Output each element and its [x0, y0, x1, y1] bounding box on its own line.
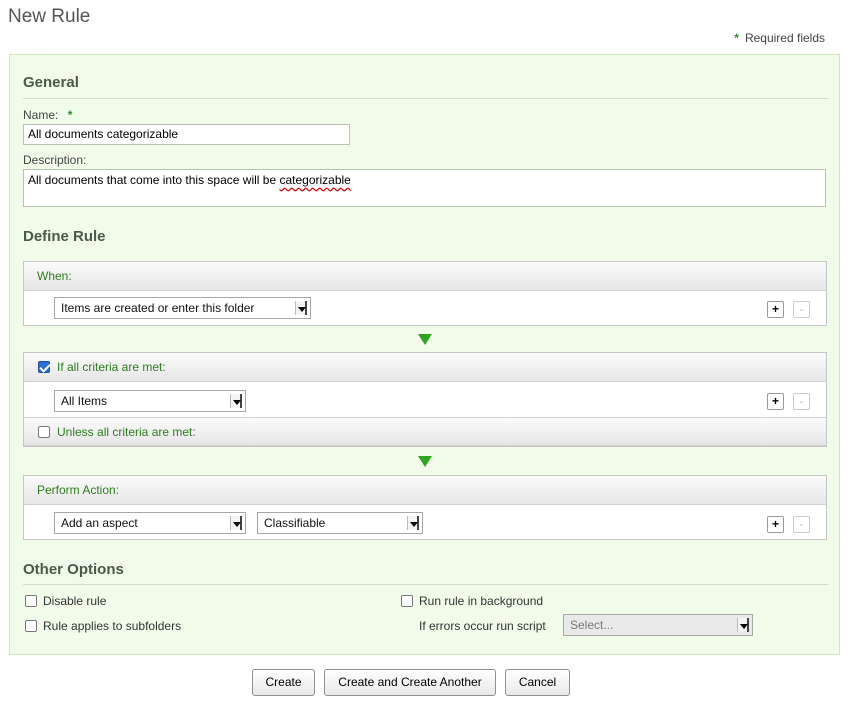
create-another-button[interactable]: Create and Create Another [324, 669, 496, 696]
unless-label: Unless all criteria are met: [57, 425, 196, 439]
criteria-header: If all criteria are met: [24, 353, 826, 382]
chevron-down-icon [737, 618, 749, 632]
when-select-value: Items are created or enter this folder [61, 301, 255, 315]
aspect-select[interactable]: Classifiable [257, 512, 423, 534]
general-divider [23, 98, 828, 99]
when-add-button[interactable]: + [767, 301, 784, 318]
background-checkbox[interactable] [401, 595, 413, 607]
other-options-divider [23, 584, 828, 585]
unless-header: Unless all criteria are met: [24, 417, 826, 446]
description-label: Description: [23, 153, 87, 167]
aspect-select-value: Classifiable [264, 516, 326, 530]
when-header: When: [24, 262, 826, 291]
chevron-down-icon [230, 394, 242, 408]
unless-checkbox[interactable] [38, 426, 50, 438]
criteria-box: If all criteria are met: All Items + - U… [23, 352, 827, 447]
error-script-select-value: Select... [570, 618, 614, 632]
description-textarea[interactable]: All documents that come into this space … [23, 169, 826, 207]
criteria-checkbox[interactable] [38, 361, 50, 373]
when-remove-button[interactable]: - [793, 301, 810, 318]
general-heading: General [23, 74, 79, 91]
disable-rule-label: Disable rule [43, 594, 107, 608]
when-select[interactable]: Items are created or enter this folder [54, 297, 311, 319]
action-add-button[interactable]: + [767, 516, 784, 533]
description-text: All documents that come into this space … [28, 173, 280, 187]
criteria-add-button[interactable]: + [767, 393, 784, 410]
required-fields-note: * Required fields [734, 31, 825, 45]
chevron-down-icon [230, 516, 242, 530]
error-script-select[interactable]: Select... [563, 614, 753, 636]
chevron-down-icon [295, 301, 307, 315]
when-box: When: Items are created or enter this fo… [23, 261, 827, 326]
required-star: * [734, 31, 739, 45]
flow-arrow-icon [418, 456, 432, 467]
name-label: Name: * [23, 108, 78, 122]
name-required-star: * [67, 108, 73, 122]
disable-rule-checkbox[interactable] [25, 595, 37, 607]
rule-form-panel: General Name: * All documents categoriza… [9, 54, 840, 655]
criteria-remove-button[interactable]: - [793, 393, 810, 410]
create-button[interactable]: Create [252, 669, 315, 696]
errors-script-label: If errors occur run script [419, 619, 546, 633]
name-label-text: Name: [23, 108, 59, 122]
required-fields-text: Required fields [744, 31, 825, 45]
action-select[interactable]: Add an aspect [54, 512, 246, 534]
name-input[interactable]: All documents categorizable [23, 124, 350, 145]
background-label: Run rule in background [419, 594, 544, 608]
subfolders-label: Rule applies to subfolders [43, 619, 182, 633]
page-title: New Rule [8, 6, 91, 27]
criteria-label: If all criteria are met: [57, 360, 166, 374]
action-box: Perform Action: Add an aspect Classifiab… [23, 475, 827, 540]
other-options-heading: Other Options [23, 561, 124, 578]
subfolders-checkbox[interactable] [25, 620, 37, 632]
action-select-value: Add an aspect [61, 516, 138, 530]
chevron-down-icon [407, 516, 419, 530]
description-misspelled-word: categorizable [279, 173, 351, 187]
criteria-select-value: All Items [61, 394, 108, 408]
criteria-select[interactable]: All Items [54, 390, 246, 412]
define-rule-heading: Define Rule [23, 228, 106, 245]
cancel-button[interactable]: Cancel [505, 669, 570, 696]
action-remove-button[interactable]: - [793, 516, 810, 533]
flow-arrow-icon [418, 334, 432, 345]
action-header: Perform Action: [24, 476, 826, 505]
